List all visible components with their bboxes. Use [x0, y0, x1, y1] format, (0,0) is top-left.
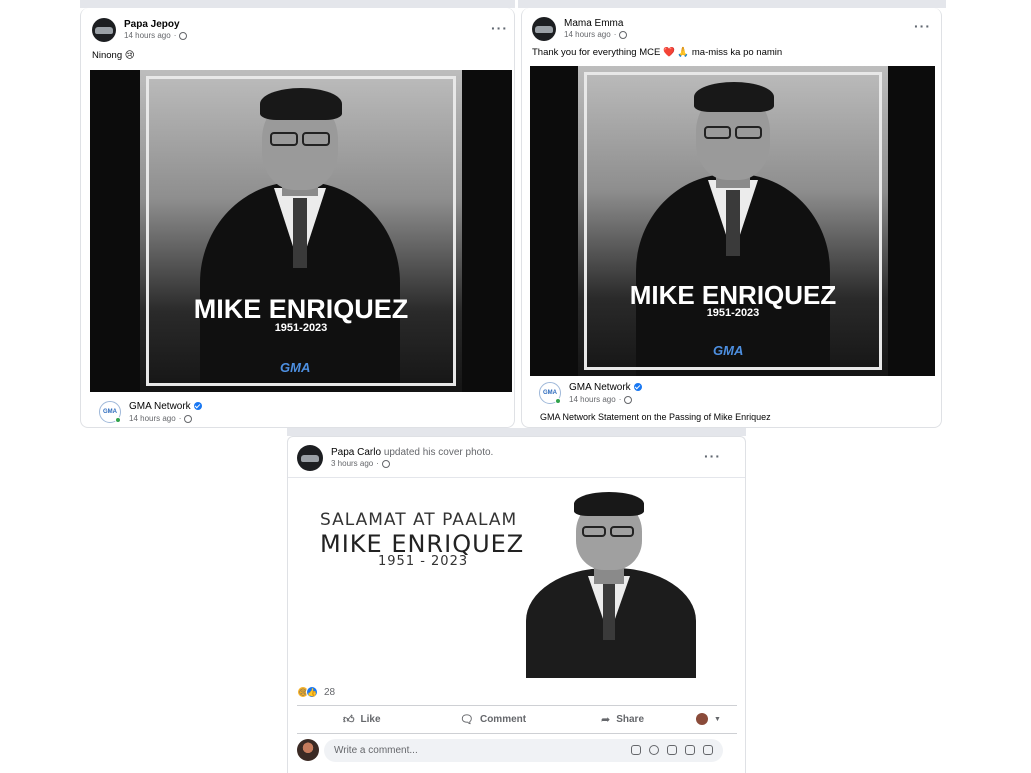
separator-strip-top-left [80, 0, 515, 8]
comment-placeholder: Write a comment... [334, 745, 418, 756]
post-caption: Ninong 😢 [92, 50, 135, 61]
portrait [526, 492, 696, 678]
post-photo[interactable]: MIKE ENRIQUEZ 1951-2023 GMA [90, 70, 512, 392]
shared-time[interactable]: 14 hours ago [129, 414, 176, 424]
post-header: Mama Emma 14 hours ago · [532, 17, 628, 41]
poster-frame [146, 76, 456, 386]
reaction-count: 28 [324, 686, 336, 698]
globe-icon [184, 414, 193, 423]
verified-badge-icon [633, 383, 642, 392]
post-time[interactable]: 14 hours ago [124, 31, 171, 41]
shared-post-caption: GMA Network Statement on the Passing of … [540, 412, 771, 422]
post-card-papa-carlo: Papa Carlo updated his cover photo. 3 ho… [287, 436, 746, 773]
gma-logo: GMA [280, 360, 311, 375]
post-header: Papa Carlo updated his cover photo. 3 ho… [297, 445, 493, 471]
profile-thumb-icon [696, 713, 708, 725]
camera-icon[interactable] [667, 745, 677, 755]
author-name[interactable]: Mama Emma [564, 18, 627, 31]
comment-label: Comment [479, 714, 527, 725]
like-reaction-icon: 👍 [306, 686, 318, 698]
poster-title: MIKE ENRIQUEZ [193, 294, 409, 324]
post-action-text: updated his cover photo. [383, 446, 494, 458]
globe-icon [619, 31, 628, 40]
speech-bubble-icon: 🗨︎ [460, 714, 474, 726]
post-caption: Thank you for everything MCE ❤️ 🙏 ma-mis… [532, 47, 783, 58]
memorial-poster: MIKE ENRIQUEZ 1951-2023 GMA [578, 66, 888, 376]
globe-icon [624, 395, 633, 404]
share-button[interactable]: ➦ Share [601, 713, 644, 726]
poster-years: 1951-2023 [274, 322, 328, 334]
avatar-sticker-icon[interactable] [631, 745, 641, 755]
gif-icon[interactable] [685, 745, 695, 755]
like-button[interactable]: 👍︎ Like [343, 713, 381, 726]
memorial-poster: MIKE ENRIQUEZ 1951-2023 GMA [140, 70, 462, 392]
separator-strip-bottom [287, 428, 746, 436]
like-label: Like [360, 714, 381, 725]
share-arrow-icon: ➦ [601, 714, 611, 726]
more-options-icon[interactable]: ··· [491, 20, 508, 36]
post-photo[interactable]: MIKE ENRIQUEZ 1951-2023 GMA [530, 66, 935, 376]
more-options-icon[interactable]: ··· [914, 18, 931, 34]
cover-line-1: SALAMAT AT PAALAM [320, 510, 518, 530]
globe-icon [179, 32, 188, 41]
poster-frame [584, 72, 882, 370]
shared-post-header: GMA GMA Network 14 hours ago · [99, 401, 202, 424]
comment-input[interactable]: Write a comment... [324, 739, 723, 762]
gma-logo: GMA [713, 343, 744, 358]
share-label: Share [616, 714, 645, 725]
gma-network-avatar[interactable]: GMA [539, 382, 561, 405]
sticker-icon[interactable] [703, 745, 713, 755]
cover-photo[interactable]: SALAMAT AT PAALAM MIKE ENRIQUEZ 1951 - 2… [288, 478, 745, 678]
more-options-icon[interactable]: ··· [704, 448, 721, 464]
globe-icon [381, 460, 390, 469]
cover-line-3: 1951 - 2023 [378, 554, 469, 569]
thumbs-up-icon: 👍︎ [343, 714, 355, 726]
poster-years: 1951-2023 [706, 307, 760, 319]
audience-selector[interactable]: ▼ [696, 713, 721, 725]
separator-strip-top-right [518, 0, 946, 8]
author-name[interactable]: Papa Jepoy [124, 19, 187, 32]
avatar[interactable] [92, 18, 116, 42]
actions-divider [297, 733, 737, 734]
post-time[interactable]: 14 hours ago [564, 30, 611, 40]
chevron-down-icon: ▼ [714, 715, 721, 723]
post-card-papa-jepoy: Papa Jepoy 14 hours ago · ··· Ninong 😢 MI… [80, 8, 515, 428]
shared-page-name[interactable]: GMA Network [129, 401, 191, 412]
shared-page-name[interactable]: GMA Network [569, 382, 631, 393]
reaction-summary[interactable]: 😢 👍 28 [297, 686, 335, 698]
emoji-icon[interactable] [649, 745, 659, 755]
avatar[interactable] [532, 17, 556, 41]
comment-button[interactable]: 🗨︎ Comment [460, 713, 526, 726]
author-name[interactable]: Papa Carlo [331, 447, 381, 458]
post-time[interactable]: 3 hours ago [331, 459, 373, 469]
shared-post-header: GMA GMA Network 14 hours ago · [539, 382, 642, 405]
post-header: Papa Jepoy 14 hours ago · [92, 18, 188, 42]
reactions-divider [297, 705, 737, 706]
verified-badge-icon [193, 402, 202, 411]
shared-time[interactable]: 14 hours ago [569, 395, 616, 405]
post-card-mama-emma: Mama Emma 14 hours ago · ··· Thank you fo… [521, 8, 942, 428]
avatar[interactable] [297, 445, 323, 471]
gma-network-avatar[interactable]: GMA [99, 401, 121, 424]
current-user-avatar[interactable] [297, 739, 319, 761]
